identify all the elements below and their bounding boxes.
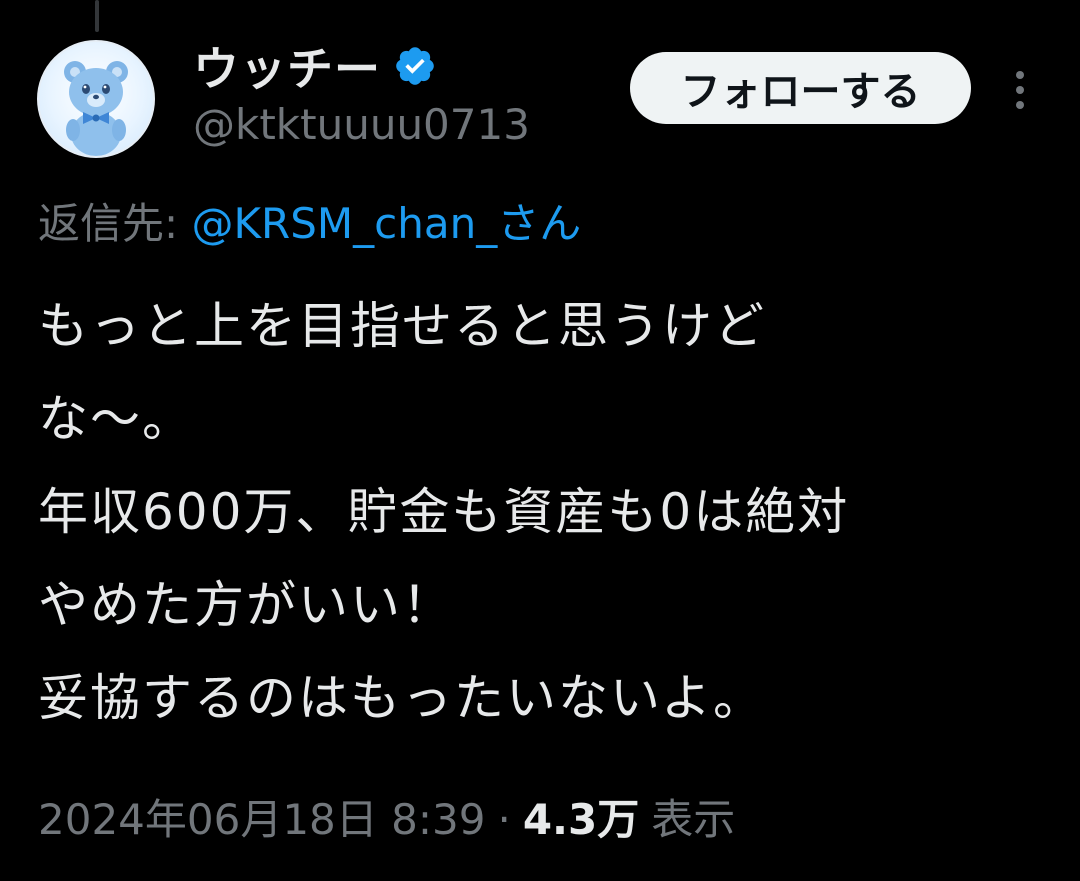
tweet-text-line: やめた方がいい！ [38, 576, 454, 634]
author-display-name[interactable]: ウッチー [193, 33, 381, 99]
bear-avatar-icon [64, 61, 128, 156]
follow-button[interactable]: フォローする [630, 52, 971, 124]
more-dot [1016, 101, 1024, 109]
author-name-row: ウッチー [193, 36, 437, 96]
reply-to-mention-link[interactable]: @KRSM_chan_さん [192, 199, 582, 248]
reply-to-line: 返信先: @KRSM_chan_さん [38, 190, 581, 251]
views-label: 表示 [651, 795, 736, 844]
views-count[interactable]: 4.3万 [523, 786, 639, 847]
more-dot [1016, 71, 1024, 79]
more-options-icon[interactable] [1000, 62, 1040, 118]
avatar[interactable] [37, 40, 155, 158]
more-dot [1016, 86, 1024, 94]
reply-to-prefix: 返信先: [38, 199, 192, 248]
tweet-text: もっと上を目指せると思うけど な〜。 年収600万、貯金も資産も0は絶対 やめた… [38, 280, 1048, 745]
meta-separator: · [497, 795, 511, 844]
tweet-text-line: もっと上を目指せると思うけど [38, 297, 766, 355]
tweet-text-line: 妥協するのはもったいないよ。 [38, 669, 765, 727]
thread-connector-line [95, 0, 99, 32]
tweet-detail: ウッチー @ktktuuuu0713 フォローする 返信先: @KRSM_cha… [0, 0, 1080, 881]
tweet-text-line: 年収600万、貯金も資産も0は絶対 [38, 483, 850, 541]
author-handle[interactable]: @ktktuuuu0713 [193, 100, 530, 149]
verified-badge-icon [393, 44, 437, 88]
tweet-text-line: な〜。 [38, 390, 194, 448]
tweet-metadata: 2024年06月18日 8:39 · 4.3万 表示 [38, 786, 735, 847]
tweet-timestamp[interactable]: 2024年06月18日 8:39 [38, 786, 485, 847]
